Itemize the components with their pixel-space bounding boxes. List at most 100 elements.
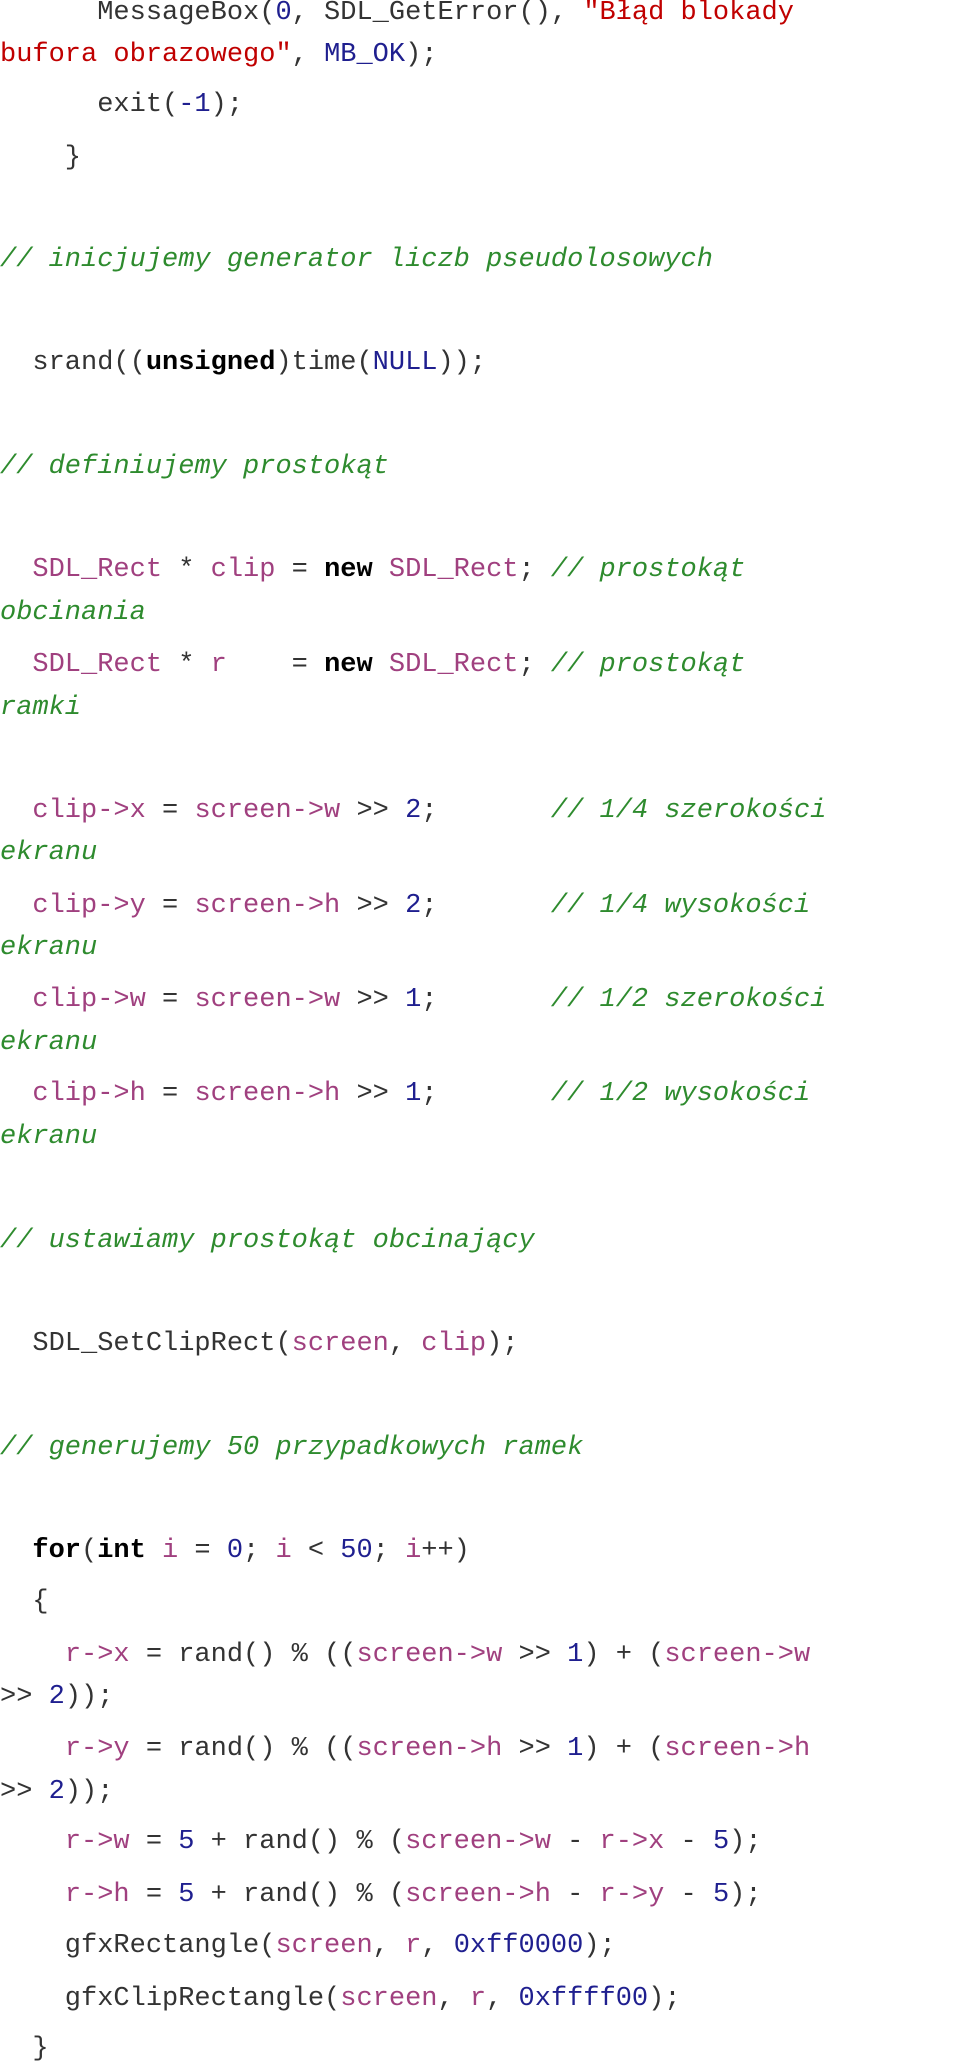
code-text: + rand() % ( [194,1880,406,1910]
code-line: SDL_SetClipRect(screen, clip); [0,1323,519,1365]
numeric-literal: 5 [712,1880,730,1910]
code-text: gfxRectangle( [0,1931,276,1961]
code-line: ekranu [0,927,97,969]
code-text: ( [81,1536,98,1566]
comment: // 1/4 szerokości [550,796,827,826]
identifier: r->w [64,1827,130,1857]
comment: ekranu [0,1122,98,1152]
code-line: ekranu [0,1022,97,1064]
code-line: // generujemy 50 przypadkowych ramek [0,1427,583,1469]
code-text: - [550,1880,600,1910]
identifier: screen->h [405,1880,551,1910]
comment: // 1/4 wysokości [550,891,811,921]
code-line: for(int i = 0; i < 50; i++) [0,1530,469,1572]
code-text: exit( [0,90,179,120]
code-line: exit(-1); [0,84,243,126]
numeric-literal: 50 [340,1536,373,1566]
comment: ekranu [0,933,98,963]
numeric-literal: 2 [48,1777,65,1807]
comment: // generujemy 50 przypadkowych ramek [0,1433,584,1463]
code-text: ); [648,1984,681,2014]
keyword: int [97,1536,146,1566]
numeric-literal: NULL [372,348,438,378]
identifier: clip [210,555,276,585]
numeric-literal: 1 [405,1079,422,1109]
numeric-literal: 5 [712,1827,730,1857]
identifier: i [405,1536,422,1566]
code-line: >> 2)); [0,1676,113,1718]
identifier: r->y [64,1734,130,1764]
code-line: >> 2)); [0,1771,113,1813]
code-text: ); [405,40,438,70]
code-line: SDL_Rect * r = new SDL_Rect; // prostoką… [0,644,745,686]
comment: // 1/2 szerokości [550,985,827,1015]
identifier: screen->w [664,1640,811,1670]
code-text: < [291,1536,341,1566]
code-line: ramki [0,687,81,729]
code-text: , [421,1931,454,1961]
code-text: - [664,1827,713,1857]
code-line: ekranu [0,832,97,874]
code-text: - [664,1880,713,1910]
code-line: } [0,137,81,179]
identifier: screen->h [356,1734,503,1764]
code-line: clip->x = screen->w >> 2; // 1/4 szeroko… [0,790,826,832]
code-text: = [129,1880,179,1910]
comment: // 1/2 wysokości [550,1079,811,1109]
identifier: clip->y [32,891,146,921]
code-text: } [0,2034,49,2064]
code-line: bufora obrazowego", MB_OK); [0,34,437,76]
identifier: r->x [64,1640,130,1670]
code-text: >> [340,1079,406,1109]
comment: ramki [0,693,82,723]
identifier: r [210,650,227,680]
numeric-literal: 0 [275,0,292,28]
identifier: screen->h [664,1734,811,1764]
code-text: SDL_SetClipRect( [0,1329,292,1359]
code-text: )); [64,1682,114,1712]
identifier: screen [275,1931,373,1961]
numeric-literal: 5 [178,1880,195,1910]
code-text: ; [518,650,551,680]
numeric-literal: MB_OK [324,40,406,70]
identifier: SDL_Rect [32,650,163,680]
string-literal: bufora obrazowego" [0,40,292,70]
identifier: screen->w [194,796,341,826]
numeric-literal: 1 [405,985,422,1015]
numeric-literal: -1 [178,90,211,120]
identifier: r [469,1984,487,2014]
code-text: ) + ( [583,1640,665,1670]
code-text: , [486,1984,519,2014]
code-line: ekranu [0,1116,97,1158]
code-text: , SDL_GetError(), [291,0,584,28]
comment: ekranu [0,838,98,868]
numeric-literal: 2 [48,1682,65,1712]
code-text: ; [421,1079,551,1109]
comment: ekranu [0,1028,98,1058]
code-text: ); [729,1880,762,1910]
code-line: gfxClipRectangle(screen, r, 0xffff00); [0,1978,681,2020]
code-text: = [129,1827,179,1857]
numeric-literal: 1 [567,1734,584,1764]
numeric-literal: 1 [567,1640,584,1670]
code-text: = [226,650,325,680]
code-text: ); [210,90,244,120]
code-line: clip->h = screen->h >> 1; // 1/2 wysokoś… [0,1073,810,1115]
identifier: screen->w [405,1827,551,1857]
code-line: gfxRectangle(screen, r, 0xff0000); [0,1925,616,1967]
identifier: screen->h [194,1079,341,1109]
numeric-literal: 0xffff00 [518,1984,649,2014]
code-text: ); [486,1329,519,1359]
code-line: clip->w = screen->w >> 1; // 1/2 szeroko… [0,979,826,1021]
code-text: )time( [275,348,373,378]
code-text: ; [421,796,551,826]
code-line: r->w = 5 + rand() % (screen->w - r->x - … [0,1821,762,1863]
identifier: SDL_Rect [388,555,519,585]
